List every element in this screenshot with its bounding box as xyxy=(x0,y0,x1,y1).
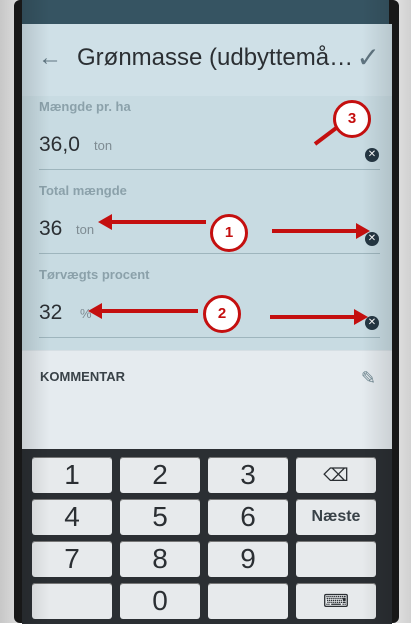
callout-badge: 2 xyxy=(203,295,241,333)
comment-label: KOMMENTAR xyxy=(40,369,125,384)
key-9[interactable]: 9 xyxy=(208,541,288,577)
right-red-arrow xyxy=(270,309,368,325)
status-bar xyxy=(22,0,389,24)
key-6[interactable]: 6 xyxy=(208,499,288,535)
backspace-icon[interactable]: ⌫ xyxy=(296,457,376,493)
field-label: Mængde pr. ha xyxy=(39,99,131,114)
back-arrow-icon[interactable]: ← xyxy=(38,44,62,72)
field-value[interactable]: 36 xyxy=(39,217,62,241)
key-3[interactable]: 3 xyxy=(208,457,288,493)
key-4[interactable]: 4 xyxy=(32,499,112,535)
next-button[interactable]: Næste xyxy=(296,499,376,535)
clear-icon[interactable]: ✕ xyxy=(365,148,379,162)
field-value[interactable]: 32 xyxy=(39,301,62,325)
settings-icon[interactable]: ⌨ xyxy=(296,583,376,619)
total-amount-field[interactable]: Total mængde 36 ton ✕ xyxy=(22,180,392,264)
checkmark-icon[interactable]: ✓ xyxy=(357,41,380,74)
field-underline xyxy=(39,337,380,338)
numeric-keyboard: 1 2 3 ⌫ 4 5 6 Næste 7 8 9 0 ⌨ xyxy=(22,449,392,624)
callout-badge: 1 xyxy=(210,214,248,252)
key-8[interactable]: 8 xyxy=(120,541,200,577)
field-unit: ton xyxy=(76,222,95,237)
key-2[interactable]: 2 xyxy=(120,457,200,493)
field-value[interactable]: 36,0 xyxy=(39,133,80,157)
key-5[interactable]: 5 xyxy=(120,499,200,535)
right-red-arrow xyxy=(272,223,370,239)
app-screen: ← Grønmasse (udbyttemålin... ✓ Mængde pr… xyxy=(22,24,392,624)
page-title: Grønmasse (udbyttemålin... xyxy=(77,44,357,71)
field-unit: ton xyxy=(94,138,113,153)
header-bar: ← Grønmasse (udbyttemålin... ✓ xyxy=(22,24,392,97)
field-label: Tørvægts procent xyxy=(39,267,150,282)
blank-key[interactable] xyxy=(32,583,112,619)
key-1[interactable]: 1 xyxy=(32,457,112,493)
comment-section[interactable]: KOMMENTAR ✎ xyxy=(22,350,392,450)
field-label: Total mængde xyxy=(39,183,127,198)
blank-key[interactable] xyxy=(296,541,376,577)
field-underline xyxy=(39,169,380,170)
pencil-icon[interactable]: ✎ xyxy=(361,368,376,389)
field-underline xyxy=(39,253,380,254)
blank-key[interactable] xyxy=(208,583,288,619)
key-0[interactable]: 0 xyxy=(120,583,200,619)
left-red-arrow xyxy=(88,303,198,319)
key-7[interactable]: 7 xyxy=(32,541,112,577)
callout-badge: 3 xyxy=(333,100,371,138)
left-red-arrow xyxy=(98,214,206,230)
